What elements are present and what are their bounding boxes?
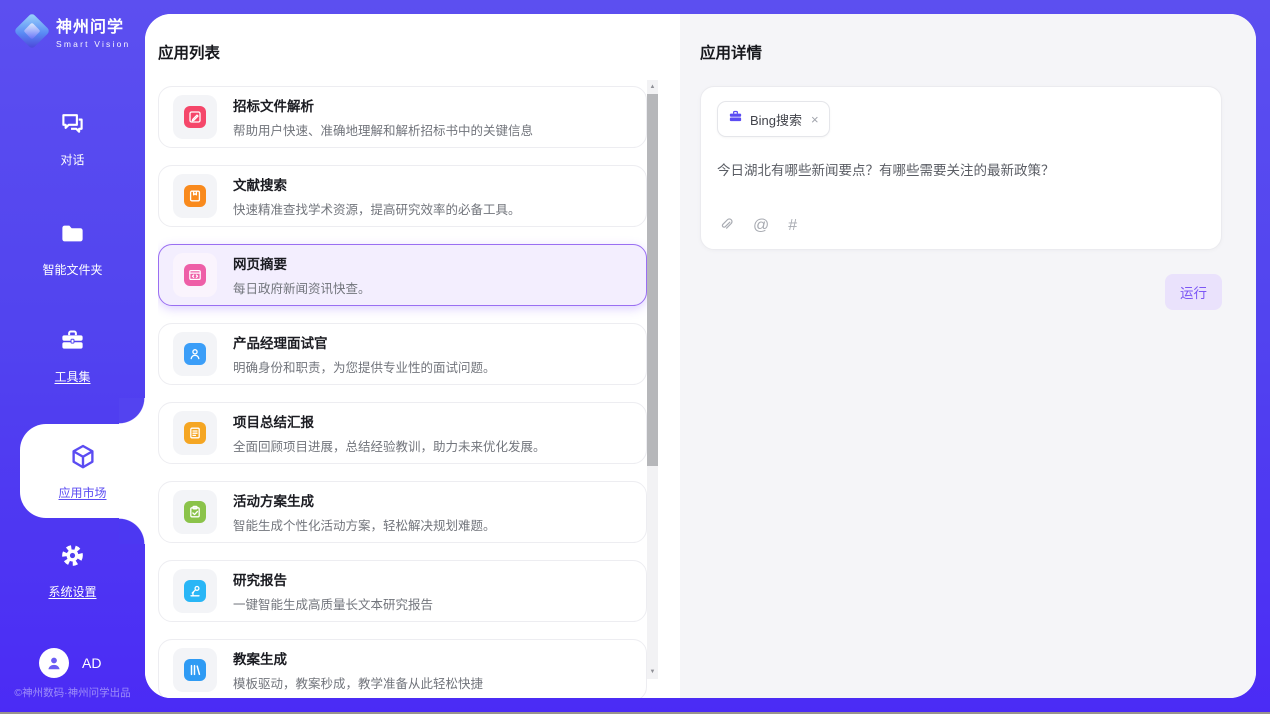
app-name: 研究报告: [233, 569, 433, 589]
user-initials: AD: [82, 655, 101, 671]
tool-chip-label: Bing搜索: [750, 110, 802, 129]
books-icon: [173, 648, 217, 692]
gear-icon: [59, 542, 86, 574]
run-button[interactable]: 运行: [1165, 274, 1222, 310]
clipboard-check-icon: [173, 490, 217, 534]
list-scrollbar[interactable]: ▲ ▼: [647, 80, 658, 679]
edit-document-icon: [173, 95, 217, 139]
app-desc: 模板驱动，教案秒成，教学准备从此轻松快捷: [233, 673, 483, 692]
paperclip-icon[interactable]: [718, 215, 734, 236]
notepad-icon: [173, 411, 217, 455]
toolbox-icon: [59, 327, 86, 359]
app-name: 活动方案生成: [233, 490, 496, 510]
app-name: 项目总结汇报: [233, 411, 546, 431]
footer-copyright: ©神州数码·神州问学出品: [0, 685, 145, 700]
app-list-panel: 应用列表 招标文件解析 帮助用户快速、准确地理解和解析招标书中的关键信息: [145, 14, 680, 698]
sidebar-item-label: 对话: [60, 151, 84, 168]
sidebar-item-label: 智能文件夹: [42, 261, 102, 278]
app-desc: 明确身份和职责，为您提供专业性的面试问题。: [233, 357, 496, 376]
scrollbar-thumb[interactable]: [647, 94, 658, 466]
app-list-title: 应用列表: [158, 41, 680, 63]
scroll-up-arrow-icon[interactable]: ▲: [647, 81, 658, 93]
brand-subtitle: Smart Vision: [56, 39, 130, 49]
briefcase-icon: [728, 109, 743, 129]
main-content: 应用列表 招标文件解析 帮助用户快速、准确地理解和解析招标书中的关键信息: [145, 14, 1256, 698]
sidebar-item-settings[interactable]: 系统设置: [0, 542, 145, 600]
sidebar-item-app-market[interactable]: 应用市场: [20, 424, 145, 518]
logo-diamond-icon: [17, 16, 47, 46]
app-card-bid-analysis[interactable]: 招标文件解析 帮助用户快速、准确地理解和解析招标书中的关键信息: [158, 86, 647, 148]
sidebar-item-label: 应用市场: [58, 484, 106, 501]
app-name: 网页摘要: [233, 253, 371, 273]
app-card-pm-interviewer[interactable]: 产品经理面试官 明确身份和职责，为您提供专业性的面试问题。: [158, 323, 647, 385]
browser-code-icon: [173, 253, 217, 297]
app-card-research-report[interactable]: 研究报告 一键智能生成高质量长文本研究报告: [158, 560, 647, 622]
sidebar-item-label: 工具集: [54, 368, 90, 385]
sidebar-item-smart-folder[interactable]: 智能文件夹: [0, 220, 145, 278]
app-detail-title: 应用详情: [700, 41, 1222, 63]
brand-title: 神州问学: [56, 13, 130, 37]
app-card-lesson-plan[interactable]: 教案生成 模板驱动，教案秒成，教学准备从此轻松快捷: [158, 639, 647, 698]
app-list: 招标文件解析 帮助用户快速、准确地理解和解析招标书中的关键信息 文献搜索 快速精…: [158, 86, 680, 698]
app-desc: 每日政府新闻资讯快查。: [233, 278, 371, 297]
app-card-event-plan[interactable]: 活动方案生成 智能生成个性化活动方案，轻松解决规划难题。: [158, 481, 647, 543]
app-card-project-summary[interactable]: 项目总结汇报 全面回顾项目进展，总结经验教训，助力未来优化发展。: [158, 402, 647, 464]
mention-icon[interactable]: @: [753, 218, 769, 234]
user-account[interactable]: AD: [39, 648, 101, 678]
composer-toolbar: @ #: [718, 215, 797, 236]
query-composer[interactable]: Bing搜索 × 今日湖北有哪些新闻要点？有哪些需要关注的最新政策？ @ #: [700, 86, 1222, 250]
folder-icon: [59, 220, 86, 252]
cube-icon: [68, 442, 98, 477]
app-name: 文献搜索: [233, 174, 521, 194]
chat-bubble-icon: [59, 110, 86, 142]
book-icon: [173, 174, 217, 218]
app-logo: 神州问学 Smart Vision: [17, 13, 130, 49]
app-desc: 全面回顾项目进展，总结经验教训，助力未来优化发展。: [233, 436, 546, 455]
sidebar-item-label: 系统设置: [48, 583, 96, 600]
chip-close-icon[interactable]: ×: [811, 113, 819, 126]
app-desc: 一键智能生成高质量长文本研究报告: [233, 594, 433, 613]
interviewer-icon: [173, 332, 217, 376]
app-desc: 帮助用户快速、准确地理解和解析招标书中的关键信息: [233, 120, 533, 139]
sidebar-item-toolset[interactable]: 工具集: [0, 327, 145, 385]
scroll-down-arrow-icon[interactable]: ▼: [647, 666, 658, 678]
query-text[interactable]: 今日湖北有哪些新闻要点？有哪些需要关注的最新政策？: [717, 159, 1205, 179]
hash-icon[interactable]: #: [788, 218, 797, 234]
tool-chip-bing-search[interactable]: Bing搜索 ×: [717, 101, 830, 137]
sidebar-item-chat[interactable]: 对话: [0, 110, 145, 168]
app-card-web-summary[interactable]: 网页摘要 每日政府新闻资讯快查。: [158, 244, 647, 306]
avatar: [39, 648, 69, 678]
sidebar: 神州问学 Smart Vision 对话 智能文件夹: [0, 0, 145, 714]
app-desc: 快速精准查找学术资源，提高研究效率的必备工具。: [233, 199, 521, 218]
app-card-literature-search[interactable]: 文献搜索 快速精准查找学术资源，提高研究效率的必备工具。: [158, 165, 647, 227]
microscope-icon: [173, 569, 217, 613]
app-name: 产品经理面试官: [233, 332, 496, 352]
app-name: 招标文件解析: [233, 95, 533, 115]
app-name: 教案生成: [233, 648, 483, 668]
app-desc: 智能生成个性化活动方案，轻松解决规划难题。: [233, 515, 496, 534]
app-detail-panel: 应用详情 Bing搜索 × 今日湖北有哪些新闻要点？有哪些需要关注的最新政策？: [680, 14, 1256, 698]
